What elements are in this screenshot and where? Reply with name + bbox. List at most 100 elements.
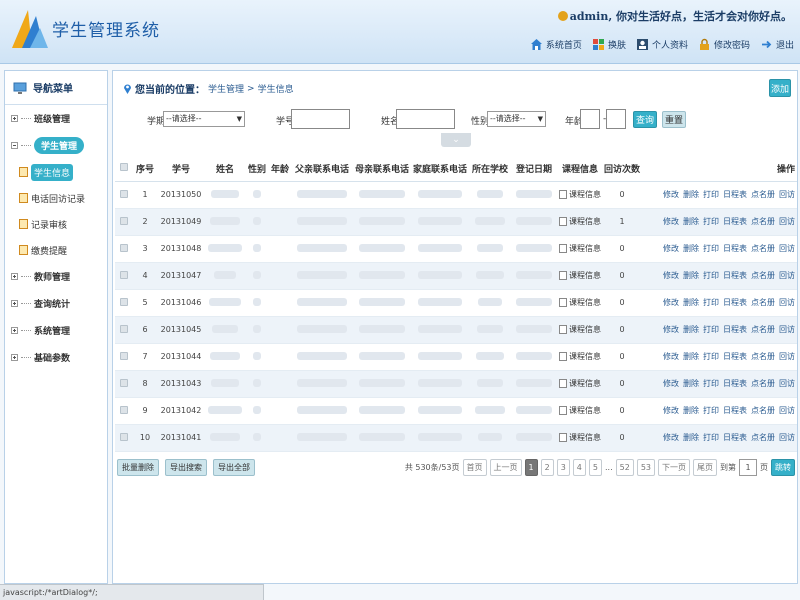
follow-up-link[interactable]: 回访 <box>779 352 795 361</box>
sidebar-item-record-review[interactable]: 记录审核 <box>5 211 107 237</box>
select-all-checkbox[interactable] <box>120 163 128 172</box>
expand-icon[interactable] <box>11 327 18 334</box>
schedule-link[interactable]: 日程表 <box>723 325 747 334</box>
follow-up-link[interactable]: 回访 <box>779 217 795 226</box>
roll-call-link[interactable]: 点名册 <box>751 325 775 334</box>
print-link[interactable]: 打印 <box>703 190 719 199</box>
course-info-link[interactable]: 课程信息 <box>559 432 601 443</box>
nav-home-link[interactable]: 系统首页 <box>530 38 582 51</box>
course-info-link[interactable]: 课程信息 <box>559 351 601 362</box>
edit-link[interactable]: 修改 <box>663 433 679 442</box>
row-checkbox[interactable] <box>120 189 128 198</box>
sidebar-item-payment-reminder[interactable]: 缴费提醒 <box>5 237 107 263</box>
row-checkbox[interactable] <box>120 243 128 252</box>
row-checkbox[interactable] <box>120 297 128 306</box>
follow-up-link[interactable]: 回访 <box>779 190 795 199</box>
table-row[interactable]: 5 20131046 课程信息 0 修改 删除 打印 日程表 点名册 回访 <box>115 289 797 317</box>
sidebar-item-call-records[interactable]: 电话回访记录 <box>5 185 107 211</box>
roll-call-link[interactable]: 点名册 <box>751 244 775 253</box>
edit-link[interactable]: 修改 <box>663 271 679 280</box>
breadcrumb-section[interactable]: 学生管理 <box>208 82 244 95</box>
sidebar-group-system[interactable]: 系统管理 <box>5 317 107 344</box>
sidebar-item-student-info[interactable]: 学生信息 <box>5 159 107 185</box>
row-checkbox[interactable] <box>120 351 128 360</box>
roll-call-link[interactable]: 点名册 <box>751 406 775 415</box>
row-checkbox[interactable] <box>120 324 128 333</box>
roll-call-link[interactable]: 点名册 <box>751 217 775 226</box>
page-button-1[interactable]: 1 <box>524 459 538 476</box>
schedule-link[interactable]: 日程表 <box>723 271 747 280</box>
student-no-input[interactable] <box>291 109 350 129</box>
delete-link[interactable]: 删除 <box>683 325 699 334</box>
expand-icon[interactable] <box>11 115 18 122</box>
schedule-link[interactable]: 日程表 <box>723 379 747 388</box>
print-link[interactable]: 打印 <box>703 433 719 442</box>
collapse-icon[interactable] <box>11 142 18 149</box>
gender-select[interactable]: --请选择-- <box>487 111 546 127</box>
course-info-link[interactable]: 课程信息 <box>559 243 601 254</box>
follow-up-link[interactable]: 回访 <box>779 433 795 442</box>
table-row[interactable]: 9 20131042 课程信息 0 修改 删除 打印 日程表 点名册 回访 <box>115 397 797 425</box>
schedule-link[interactable]: 日程表 <box>723 298 747 307</box>
delete-link[interactable]: 删除 <box>683 406 699 415</box>
sidebar-group-query-stats[interactable]: 查询统计 <box>5 290 107 317</box>
follow-up-link[interactable]: 回访 <box>779 406 795 415</box>
row-checkbox[interactable] <box>120 432 128 441</box>
follow-up-link[interactable]: 回访 <box>779 379 795 388</box>
delete-link[interactable]: 删除 <box>683 217 699 226</box>
follow-up-link[interactable]: 回访 <box>779 298 795 307</box>
row-checkbox[interactable] <box>120 270 128 279</box>
page-button-2[interactable]: 2 <box>540 459 554 476</box>
print-link[interactable]: 打印 <box>703 217 719 226</box>
edit-link[interactable]: 修改 <box>663 352 679 361</box>
page-button-4[interactable]: 4 <box>572 459 586 476</box>
roll-call-link[interactable]: 点名册 <box>751 271 775 280</box>
table-row[interactable]: 10 20131041 课程信息 0 修改 删除 打印 日程表 点名册 回访 <box>115 424 797 452</box>
page-button-5[interactable]: 5 <box>588 459 602 476</box>
schedule-link[interactable]: 日程表 <box>723 352 747 361</box>
nav-logout-link[interactable]: 退出 <box>760 38 794 51</box>
print-link[interactable]: 打印 <box>703 379 719 388</box>
next-page-button[interactable]: 下一页 <box>658 459 690 476</box>
table-row[interactable]: 3 20131048 课程信息 0 修改 删除 打印 日程表 点名册 回访 <box>115 235 797 263</box>
delete-link[interactable]: 删除 <box>683 271 699 280</box>
page-button-53[interactable]: 53 <box>636 459 655 476</box>
schedule-link[interactable]: 日程表 <box>723 190 747 199</box>
table-row[interactable]: 4 20131047 课程信息 0 修改 删除 打印 日程表 点名册 回访 <box>115 262 797 290</box>
sidebar-group-student[interactable]: 学生管理 <box>5 132 107 159</box>
delete-link[interactable]: 删除 <box>683 190 699 199</box>
edit-link[interactable]: 修改 <box>663 244 679 253</box>
course-info-link[interactable]: 课程信息 <box>559 189 601 200</box>
course-info-link[interactable]: 课程信息 <box>559 270 601 281</box>
export-all-button[interactable]: 导出全部 <box>213 459 255 476</box>
term-select[interactable]: --请选择-- <box>163 111 245 127</box>
page-button-3[interactable]: 3 <box>556 459 570 476</box>
reset-button[interactable]: 重置 <box>662 111 686 128</box>
course-info-link[interactable]: 课程信息 <box>559 324 601 335</box>
delete-link[interactable]: 删除 <box>683 379 699 388</box>
expand-icon[interactable] <box>11 354 18 361</box>
schedule-link[interactable]: 日程表 <box>723 244 747 253</box>
nav-profile-link[interactable]: 个人资料 <box>636 38 688 51</box>
jump-button[interactable]: 跳转 <box>771 459 795 476</box>
schedule-link[interactable]: 日程表 <box>723 217 747 226</box>
roll-call-link[interactable]: 点名册 <box>751 298 775 307</box>
export-search-button[interactable]: 导出搜索 <box>165 459 207 476</box>
table-row[interactable]: 8 20131043 课程信息 0 修改 删除 打印 日程表 点名册 回访 <box>115 370 797 398</box>
print-link[interactable]: 打印 <box>703 298 719 307</box>
roll-call-link[interactable]: 点名册 <box>751 433 775 442</box>
add-button[interactable]: 添加 <box>769 79 791 97</box>
expand-icon[interactable] <box>11 300 18 307</box>
course-info-link[interactable]: 课程信息 <box>559 405 601 416</box>
course-info-link[interactable]: 课程信息 <box>559 297 601 308</box>
nav-skin-link[interactable]: 换肤 <box>592 38 626 51</box>
nav-password-link[interactable]: 修改密码 <box>698 38 750 51</box>
follow-up-link[interactable]: 回访 <box>779 244 795 253</box>
follow-up-link[interactable]: 回访 <box>779 271 795 280</box>
delete-link[interactable]: 删除 <box>683 352 699 361</box>
sidebar-group-params[interactable]: 基础参数 <box>5 344 107 371</box>
prev-page-button[interactable]: 上一页 <box>489 459 522 476</box>
schedule-link[interactable]: 日程表 <box>723 406 747 415</box>
roll-call-link[interactable]: 点名册 <box>751 352 775 361</box>
print-link[interactable]: 打印 <box>703 244 719 253</box>
